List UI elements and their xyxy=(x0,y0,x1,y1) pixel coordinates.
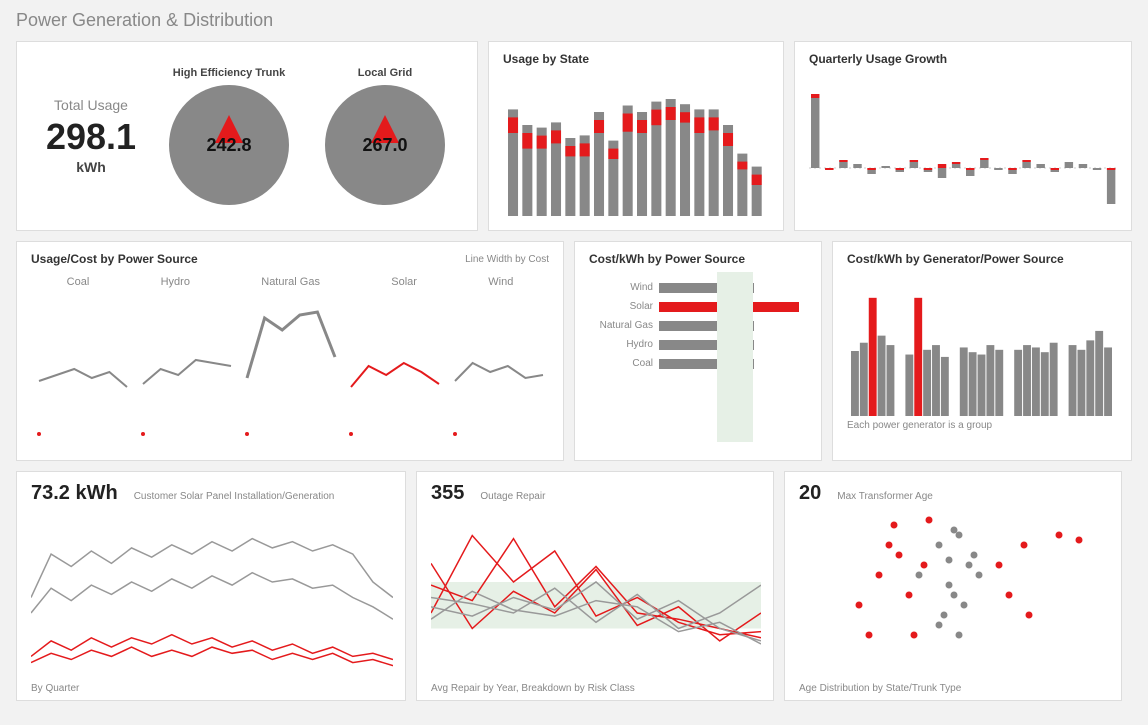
total-usage-value: 298.1 xyxy=(31,119,151,155)
hbar-row[interactable]: Solar xyxy=(589,301,807,312)
hbar-label: Solar xyxy=(589,301,659,312)
metric-label: Customer Solar Panel Installation/Genera… xyxy=(134,491,335,502)
hbar-row[interactable]: Coal xyxy=(589,358,807,369)
transformer-scatter-chart[interactable] xyxy=(799,505,1109,675)
card-note: Line Width by Cost xyxy=(465,254,549,265)
card-outage-repair: 355 Outage Repair Avg Repair by Year, Br… xyxy=(416,471,774,701)
facet-label: Natural Gas xyxy=(261,276,320,288)
card-title: Cost/kWh by Generator/Power Source xyxy=(847,252,1117,266)
card-cost-kwh-source: Cost/kWh by Power Source Wind Solar Natura… xyxy=(574,241,822,461)
hbar-label: Natural Gas xyxy=(589,320,659,331)
solar-panel-chart[interactable] xyxy=(31,505,393,675)
card-total-usage: Total Usage 298.1 kWh High Efficiency Tr… xyxy=(16,41,478,231)
metric-label: Outage Repair xyxy=(480,491,545,502)
hbar-label: Hydro xyxy=(589,339,659,350)
card-cost-kwh-generator: Cost/kWh by Generator/Power Source Each … xyxy=(832,241,1132,461)
hbar-row[interactable]: Hydro xyxy=(589,339,807,350)
outage-repair-chart[interactable] xyxy=(431,505,761,675)
hbar-label: Wind xyxy=(589,282,659,293)
card-quarterly-growth: Quarterly Usage Growth xyxy=(794,41,1132,231)
total-usage-label: Total Usage xyxy=(31,97,151,113)
card-usage-by-state: Usage by State xyxy=(488,41,784,231)
card-usage-cost-by-source: Usage/Cost by Power Source Line Width by… xyxy=(16,241,564,461)
metric-value: 355 xyxy=(431,482,464,505)
hbar-label: Coal xyxy=(589,358,659,369)
card-footnote: Age Distribution by State/Trunk Type xyxy=(799,683,961,694)
gauge-title: High Efficiency Trunk xyxy=(169,67,289,79)
page-title: Power Generation & Distribution xyxy=(16,10,1132,31)
cost-kwh-generator-chart[interactable] xyxy=(847,266,1119,416)
total-usage-unit: kWh xyxy=(31,159,151,175)
metric-value: 20 xyxy=(799,482,821,505)
gauge-title: Local Grid xyxy=(325,67,445,79)
metric-label: Max Transformer Age xyxy=(837,491,933,502)
card-title: Cost/kWh by Power Source xyxy=(589,252,807,266)
usage-by-state-chart[interactable] xyxy=(503,66,771,216)
facet-label: Solar xyxy=(391,276,417,288)
metric-value: 73.2 kWh xyxy=(31,482,118,505)
usage-cost-chart[interactable] xyxy=(31,288,551,438)
facet-label: Hydro xyxy=(161,276,190,288)
gauge-local-grid: Local Grid 267.0 xyxy=(325,67,445,205)
gauge-high-efficiency: High Efficiency Trunk 242.8 xyxy=(169,67,289,205)
quarterly-growth-chart[interactable] xyxy=(809,66,1119,216)
card-transformer-age: 20 Max Transformer Age Age Distribution … xyxy=(784,471,1122,701)
card-footnote: Avg Repair by Year, Breakdown by Risk Cl… xyxy=(431,683,635,694)
card-note: Each power generator is a group xyxy=(847,420,1117,431)
card-title: Usage by State xyxy=(503,52,769,66)
facet-label: Coal xyxy=(67,276,90,288)
card-footnote: By Quarter xyxy=(31,683,79,694)
gauge-value: 267.0 xyxy=(362,135,407,156)
hbar-row[interactable]: Wind xyxy=(589,282,807,293)
gauge-value: 242.8 xyxy=(206,135,251,156)
facet-label: Wind xyxy=(488,276,513,288)
selection-band xyxy=(717,272,753,442)
card-solar-panel: 73.2 kWh Customer Solar Panel Installati… xyxy=(16,471,406,701)
facet-labels: Coal Hydro Natural Gas Solar Wind xyxy=(31,276,549,288)
card-title: Usage/Cost by Power Source xyxy=(31,252,198,266)
card-title: Quarterly Usage Growth xyxy=(809,52,1117,66)
hbar-row[interactable]: Natural Gas xyxy=(589,320,807,331)
